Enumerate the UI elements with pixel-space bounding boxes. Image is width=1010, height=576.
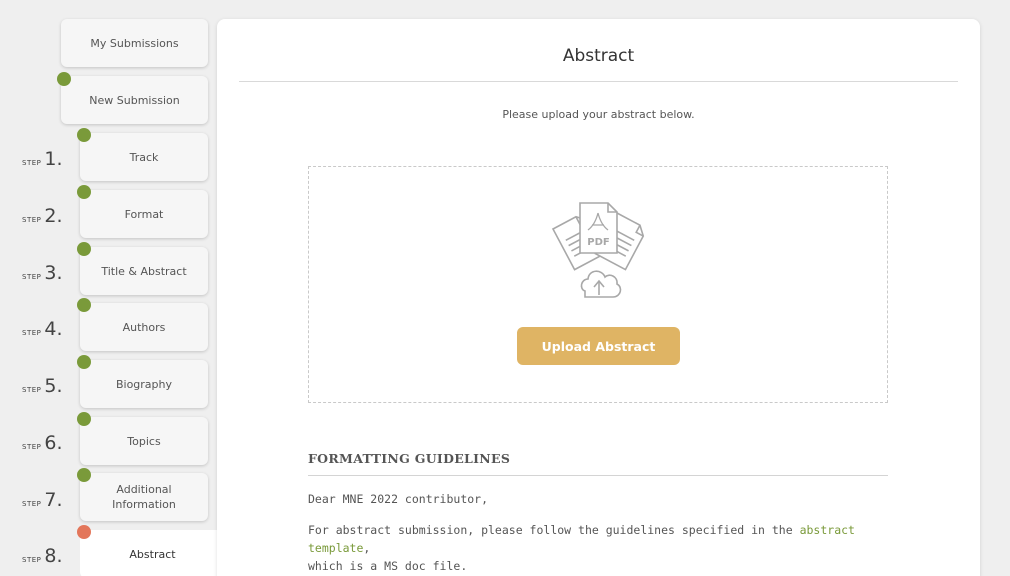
step-4-status-dot — [77, 298, 91, 312]
upload-dropzone[interactable]: PDF Upload Abstract — [308, 166, 888, 403]
step-4-indicator: STEP 4. — [22, 318, 63, 340]
step-6-status-dot — [77, 412, 91, 426]
my-submissions-tab[interactable]: My Submissions — [61, 19, 208, 67]
my-submissions-label: My Submissions — [90, 36, 179, 50]
step-7-indicator: STEP 7. — [22, 489, 63, 511]
formatting-guidelines-heading: FORMATTING GUIDELINES — [308, 451, 511, 466]
step-5-indicator: STEP 5. — [22, 375, 63, 397]
title-divider — [239, 81, 958, 82]
step-2-status-dot — [77, 185, 91, 199]
step-2-label: Format — [124, 207, 164, 221]
guidelines-greeting: Dear MNE 2022 contributor, — [308, 492, 489, 506]
step-2-indicator: STEP 2. — [22, 205, 63, 227]
step-6-topics-tab[interactable]: Topics — [80, 417, 208, 465]
new-submission-tab[interactable]: New Submission — [61, 76, 208, 124]
step-5-biography-tab[interactable]: Biography — [80, 360, 208, 408]
step-3-indicator: STEP 3. — [22, 262, 63, 284]
step-2-format-tab[interactable]: Format — [80, 190, 208, 238]
step-3-label: Title & Abstract — [101, 264, 187, 278]
step-8-status-dot — [77, 525, 91, 539]
page-title: Abstract — [562, 46, 635, 66]
step-7-status-dot — [77, 468, 91, 482]
upload-instructions: Please upload your abstract below. — [502, 108, 695, 121]
step-5-label: Biography — [115, 377, 173, 391]
step-1-status-dot — [77, 128, 91, 142]
step-7-additional-information-tab[interactable]: Additional Information — [80, 473, 208, 521]
step-4-authors-tab[interactable]: Authors — [80, 303, 208, 351]
svg-text:PDF: PDF — [587, 237, 609, 248]
step-6-indicator: STEP 6. — [22, 432, 63, 454]
step-3-title-abstract-tab[interactable]: Title & Abstract — [80, 247, 208, 295]
step-8-abstract-tab[interactable]: Abstract — [80, 530, 225, 576]
abstract-panel: Abstract Please upload your abstract bel… — [217, 19, 980, 576]
step-1-track-tab[interactable]: Track — [80, 133, 208, 181]
sidebar: My Submissions New Submission STEP 1. Tr… — [0, 0, 225, 576]
guidelines-paragraph: For abstract submission, please follow t… — [308, 523, 855, 573]
upload-abstract-button[interactable]: Upload Abstract — [517, 327, 680, 365]
new-submission-label: New Submission — [89, 93, 180, 107]
new-submission-status-dot — [57, 72, 71, 86]
step-5-status-dot — [77, 355, 91, 369]
documents-upload-icon: PDF — [551, 202, 645, 298]
page: My Submissions New Submission STEP 1. Tr… — [0, 0, 1010, 576]
guidelines-divider — [308, 475, 888, 476]
step-7-label: Additional Information — [112, 483, 176, 511]
step-4-label: Authors — [122, 320, 166, 334]
step-6-label: Topics — [127, 434, 161, 448]
step-1-indicator: STEP 1. — [22, 148, 63, 170]
step-8-indicator: STEP 8. — [22, 545, 63, 567]
step-3-status-dot — [77, 242, 91, 256]
step-8-label: Abstract — [129, 547, 176, 561]
step-1-label: Track — [129, 150, 159, 164]
